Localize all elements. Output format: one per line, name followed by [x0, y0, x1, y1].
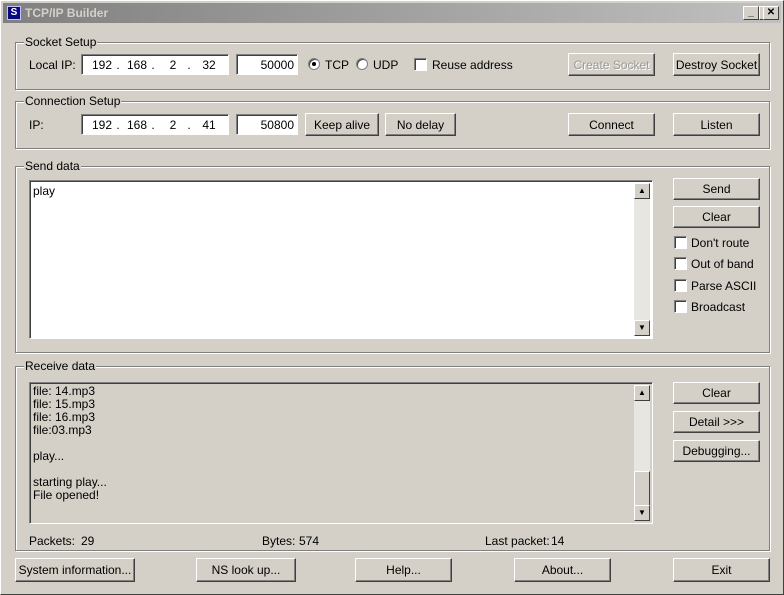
- out-of-band-label: Out of band: [691, 257, 754, 271]
- tcp-label: TCP: [325, 58, 349, 72]
- send-button[interactable]: Send: [673, 178, 760, 200]
- remote-ip-label: IP:: [29, 118, 44, 132]
- remote-ip-octet-1: 192: [91, 118, 113, 132]
- send-clear-button[interactable]: Clear: [673, 206, 760, 228]
- send-data-legend: Send data: [24, 159, 81, 173]
- help-button[interactable]: Help...: [355, 558, 452, 582]
- remote-port-field[interactable]: 50800: [236, 114, 298, 135]
- dont-route-label: Don't route: [691, 236, 750, 250]
- local-ip-label: Local IP:: [29, 58, 76, 72]
- last-packet-label: Last packet:: [485, 534, 550, 548]
- listen-button[interactable]: Listen: [673, 113, 760, 136]
- send-data-text: play: [33, 184, 56, 198]
- packets-label: Packets:: [29, 534, 76, 548]
- connect-button[interactable]: Connect: [568, 113, 655, 136]
- receive-data-legend: Receive data: [24, 359, 97, 373]
- remote-ip-octet-4: 41: [202, 118, 216, 132]
- local-ip-octet-2: 168: [126, 58, 148, 72]
- detail-button[interactable]: Detail >>>: [673, 411, 760, 433]
- broadcast-label: Broadcast: [691, 300, 746, 314]
- exit-button[interactable]: Exit: [673, 558, 770, 582]
- system-information-button[interactable]: System information...: [15, 558, 135, 582]
- remote-port-value: 50800: [260, 118, 294, 132]
- local-ip-octet-4: 32: [202, 58, 216, 72]
- receive-line: File opened!: [33, 488, 100, 502]
- bytes-label: Bytes:: [262, 534, 296, 548]
- ip-dot: .: [116, 58, 120, 72]
- last-packet-value: 14: [551, 534, 565, 548]
- socket-setup-legend: Socket Setup: [24, 35, 98, 49]
- send-data-textarea[interactable]: play ▲ ▼: [29, 180, 653, 339]
- ip-dot: .: [187, 58, 191, 72]
- create-socket-button[interactable]: Create Socket: [568, 53, 655, 76]
- minimize-icon[interactable]: _: [743, 6, 759, 20]
- dont-route-checkbox[interactable]: [674, 236, 687, 249]
- remote-ip-octet-3: 2: [169, 118, 177, 132]
- about-button[interactable]: About...: [514, 558, 611, 582]
- packets-value: 29: [81, 534, 95, 548]
- udp-radio[interactable]: [356, 58, 368, 70]
- debugging-button[interactable]: Debugging...: [673, 440, 760, 462]
- scroll-up-icon[interactable]: ▲: [634, 183, 650, 199]
- send-data-scrollbar[interactable]: ▲ ▼: [634, 183, 650, 336]
- local-port-value: 50000: [260, 58, 294, 72]
- tcp-radio[interactable]: [308, 58, 320, 70]
- radio-selected-dot: [312, 62, 316, 66]
- scroll-down-icon[interactable]: ▼: [634, 320, 650, 336]
- local-ip-field[interactable]: 192 . 168 . 2 . 32: [81, 54, 229, 75]
- local-ip-octet-1: 192: [91, 58, 113, 72]
- receive-data-scrollbar[interactable]: ▲ ▼: [634, 385, 650, 521]
- ip-dot: .: [151, 118, 155, 132]
- udp-label: UDP: [373, 58, 399, 72]
- main-window: S TCP/IP Builder _ □ ✕ Socket Setup Loca…: [0, 0, 784, 595]
- receive-clear-button[interactable]: Clear: [673, 382, 760, 404]
- keep-alive-button[interactable]: Keep alive: [305, 113, 379, 136]
- broadcast-checkbox[interactable]: [674, 300, 687, 313]
- ip-dot: .: [187, 118, 191, 132]
- no-delay-button[interactable]: No delay: [385, 113, 456, 136]
- window-title: TCP/IP Builder: [25, 6, 109, 20]
- ns-lookup-button[interactable]: NS look up...: [196, 558, 296, 582]
- parse-ascii-checkbox[interactable]: [674, 279, 687, 292]
- reuse-address-label: Reuse address: [432, 58, 513, 72]
- local-ip-octet-3: 2: [169, 58, 177, 72]
- remote-ip-field[interactable]: 192 . 168 . 2 . 41: [81, 114, 229, 135]
- ip-dot: .: [116, 118, 120, 132]
- receive-data-textarea[interactable]: file: 14.mp3 file: 15.mp3 file: 16.mp3 f…: [29, 382, 653, 524]
- bytes-value: 574: [299, 534, 320, 548]
- close-icon[interactable]: ✕: [763, 6, 779, 20]
- receive-line: file:03.mp3: [33, 423, 92, 437]
- scroll-thumb[interactable]: [634, 471, 650, 507]
- app-icon[interactable]: S: [7, 6, 21, 20]
- out-of-band-checkbox[interactable]: [674, 257, 687, 270]
- ip-dot: .: [151, 58, 155, 72]
- parse-ascii-label: Parse ASCII: [691, 279, 757, 293]
- remote-ip-octet-2: 168: [126, 118, 148, 132]
- title-bar[interactable]: S TCP/IP Builder _ □: [3, 3, 781, 23]
- reuse-address-checkbox[interactable]: [414, 58, 427, 71]
- scroll-up-icon[interactable]: ▲: [634, 385, 650, 401]
- receive-line: play...: [33, 449, 65, 463]
- destroy-socket-button[interactable]: Destroy Socket: [673, 53, 760, 76]
- scroll-down-icon[interactable]: ▼: [634, 505, 650, 521]
- connection-setup-legend: Connection Setup: [24, 94, 122, 108]
- local-port-field[interactable]: 50000: [236, 54, 298, 75]
- receive-data-lines: file: 14.mp3 file: 15.mp3 file: 16.mp3 f…: [33, 385, 107, 502]
